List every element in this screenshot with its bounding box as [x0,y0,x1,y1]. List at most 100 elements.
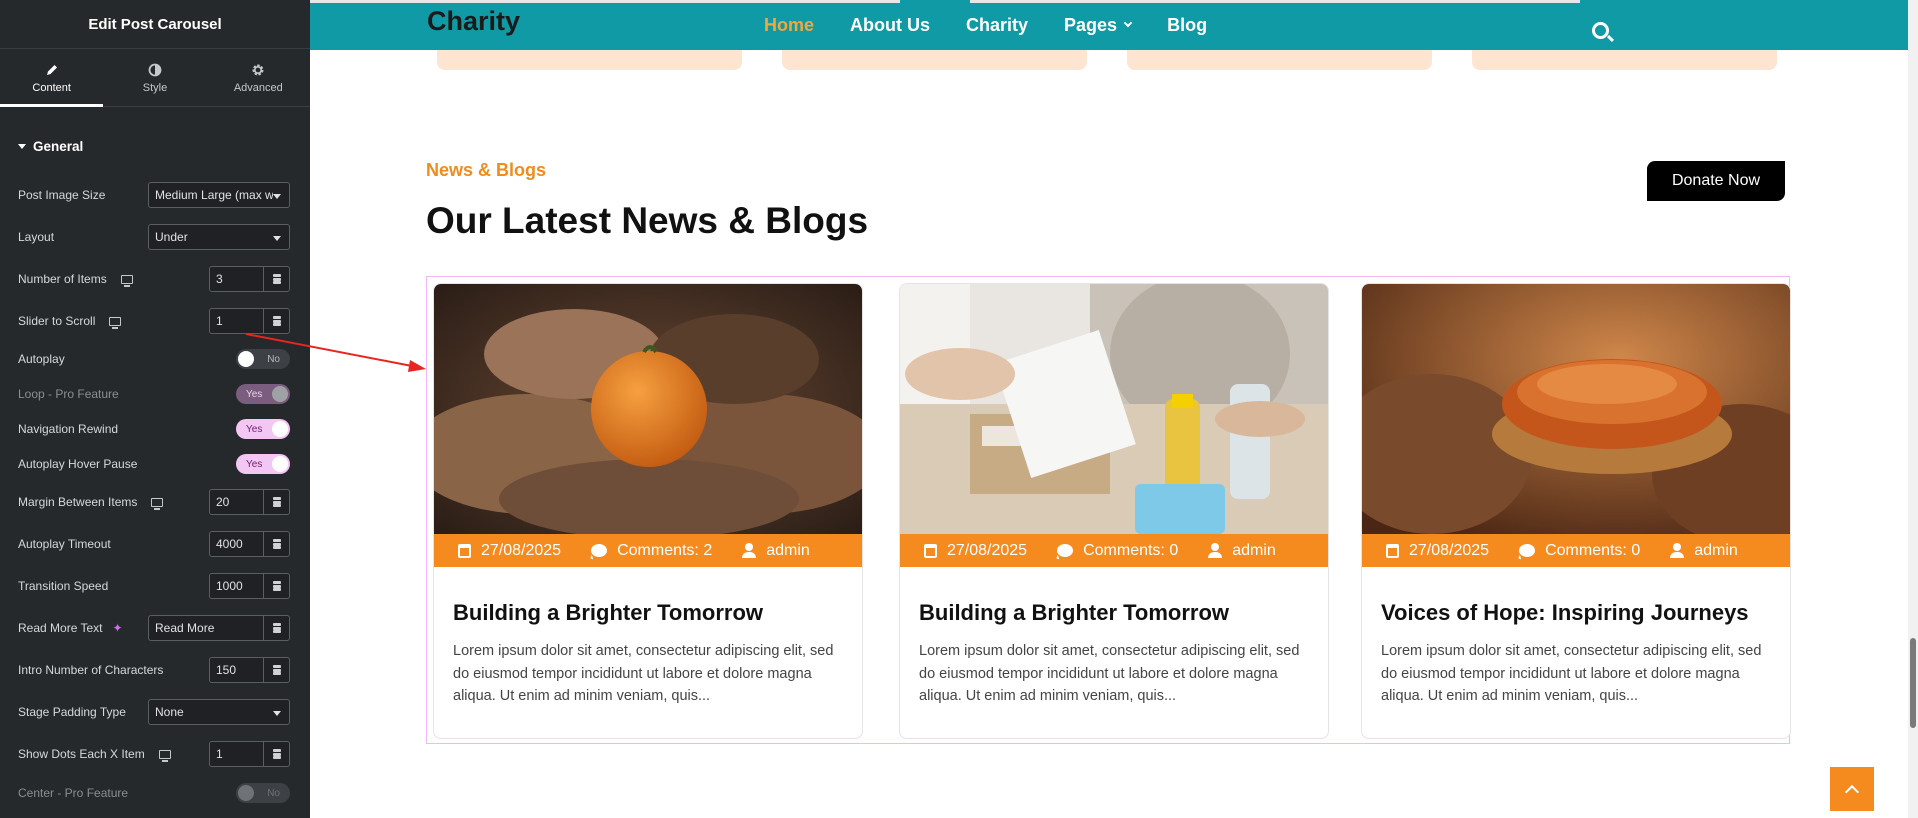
transition-speed-label: Transition Speed [18,579,109,593]
post-card[interactable]: 27/08/2025 Comments: 0 admin Building a … [899,283,1329,739]
margin-between-items-label: Margin Between Items [18,495,138,509]
post-card[interactable]: 27/08/2025 Comments: 0 admin Voices of H… [1361,283,1791,739]
autoplay-toggle[interactable]: No [236,349,290,369]
layout-select[interactable]: Under [148,224,290,250]
site-logo[interactable]: Charity [427,6,520,37]
read-more-text-input[interactable]: Read More [148,615,290,641]
tab-style[interactable]: Style [103,49,206,106]
tab-advanced[interactable]: Advanced [207,49,310,106]
dynamic-tags-icon[interactable] [263,574,289,598]
calendar-icon [458,543,471,558]
control-stage-padding-type: Stage Padding Type None [0,697,310,727]
post-title[interactable]: Building a Brighter Tomorrow [919,600,1229,626]
post-comments[interactable]: Comments: 2 [591,542,712,560]
desktop-icon[interactable] [158,749,171,762]
previous-card-bottom [782,50,1087,70]
control-intro-chars: Intro Number of Characters 150 [0,655,310,685]
previous-card-bottom [437,50,742,70]
post-author[interactable]: admin [1670,542,1738,560]
post-excerpt: Lorem ipsum dolor sit amet, consectetur … [1381,643,1762,704]
page-scrollbar[interactable] [1908,0,1918,818]
desktop-icon[interactable] [151,497,164,510]
post-meta-bar: 27/08/2025 Comments: 2 admin [434,534,862,567]
post-date[interactable]: 27/08/2025 [458,542,561,560]
post-meta-bar: 27/08/2025 Comments: 0 admin [1362,534,1790,567]
desktop-icon[interactable] [120,274,133,287]
post-meta-bar: 27/08/2025 Comments: 0 admin [900,534,1328,567]
layout-label: Layout [18,230,55,244]
post-image-donation-desk[interactable] [900,284,1328,534]
nav-charity[interactable]: Charity [966,15,1028,36]
tab-content[interactable]: Content [0,49,104,107]
post-excerpt: Lorem ipsum dolor sit amet, consectetur … [453,643,834,704]
dynamic-tags-icon[interactable] [263,267,289,291]
desktop-icon[interactable] [109,316,122,329]
scroll-to-top-button[interactable] [1830,767,1874,811]
user-icon [1208,543,1223,558]
post-image-size-select[interactable]: Medium Large (max width 768 no height li… [148,182,290,208]
margin-between-items-input[interactable]: 20 [209,489,290,515]
post-excerpt: Lorem ipsum dolor sit amet, consectetur … [919,643,1300,704]
dynamic-tags-icon[interactable] [263,490,289,514]
post-author[interactable]: admin [742,542,810,560]
section-general-label: General [33,138,84,154]
ai-sparkle-icon[interactable]: ✦ [113,621,123,635]
intro-chars-input[interactable]: 150 [209,657,290,683]
nav-pages[interactable]: Pages [1064,15,1133,36]
show-dots-each-input[interactable]: 1 [209,741,290,767]
user-icon [742,543,757,558]
post-date[interactable]: 27/08/2025 [1386,542,1489,560]
show-dots-each-label: Show Dots Each X Item [18,747,145,761]
scrollbar-thumb[interactable] [1910,638,1916,728]
autoplay-timeout-input[interactable]: 4000 [209,531,290,557]
editor-panel: Edit Post Carousel Content Style Advance… [0,0,310,818]
autoplay-timeout-label: Autoplay Timeout [18,537,111,551]
dynamic-tags-icon[interactable] [263,616,289,640]
transition-speed-input[interactable]: 1000 [209,573,290,599]
post-date[interactable]: 27/08/2025 [924,542,1027,560]
dynamic-tags-icon[interactable] [263,309,289,333]
post-title[interactable]: Voices of Hope: Inspiring Journeys [1381,600,1749,626]
post-card[interactable]: 27/08/2025 Comments: 2 admin Building a … [433,283,863,739]
previous-card-bottom [1127,50,1432,70]
donate-now-button[interactable]: Donate Now [1647,161,1785,201]
control-autoplay: Autoplay No [0,344,310,374]
post-comments[interactable]: Comments: 0 [1519,542,1640,560]
stage-padding-type-select[interactable]: None [148,699,290,725]
control-autoplay-timeout: Autoplay Timeout 4000 [0,529,310,559]
post-title[interactable]: Building a Brighter Tomorrow [453,600,763,626]
half-circle-icon [147,62,163,78]
chevron-down-icon [1123,18,1133,28]
center-toggle: No [236,783,290,803]
control-center: Center - Pro Feature No [0,778,310,808]
slider-to-scroll-label: Slider to Scroll [18,314,96,328]
post-image-size-label: Post Image Size [18,188,106,202]
post-author[interactable]: admin [1208,542,1276,560]
nav-home[interactable]: Home [764,15,814,36]
slider-to-scroll-input[interactable]: 1 [209,308,290,334]
read-more-text-label: Read More Text [18,621,103,635]
control-transition-speed: Transition Speed 1000 [0,571,310,601]
control-slider-to-scroll: Slider to Scroll 1 [0,306,310,336]
user-icon [1670,543,1685,558]
calendar-icon [1386,543,1399,558]
calendar-icon [924,543,937,558]
nav-about-us[interactable]: About Us [850,15,930,36]
dynamic-tags-icon[interactable] [263,658,289,682]
autoplay-hover-pause-label: Autoplay Hover Pause [18,457,138,471]
comment-icon [1057,544,1074,557]
nav-blog[interactable]: Blog [1167,15,1207,36]
navigation-rewind-toggle[interactable]: Yes [236,419,290,439]
control-margin-between-items: Margin Between Items 20 [0,487,310,517]
dynamic-tags-icon[interactable] [263,742,289,766]
search-icon[interactable] [1592,22,1609,39]
autoplay-hover-pause-toggle[interactable]: Yes [236,454,290,474]
post-image-bowl-of-rice[interactable] [1362,284,1790,534]
section-general-toggle[interactable]: General [0,107,310,185]
number-of-items-input[interactable]: 3 [209,266,290,292]
post-image-hands-orange[interactable] [434,284,862,534]
dynamic-tags-icon[interactable] [263,532,289,556]
control-post-image-size: Post Image Size Medium Large (max width … [0,180,310,210]
control-read-more-text: Read More Text ✦ Read More [0,613,310,643]
post-comments[interactable]: Comments: 0 [1057,542,1178,560]
